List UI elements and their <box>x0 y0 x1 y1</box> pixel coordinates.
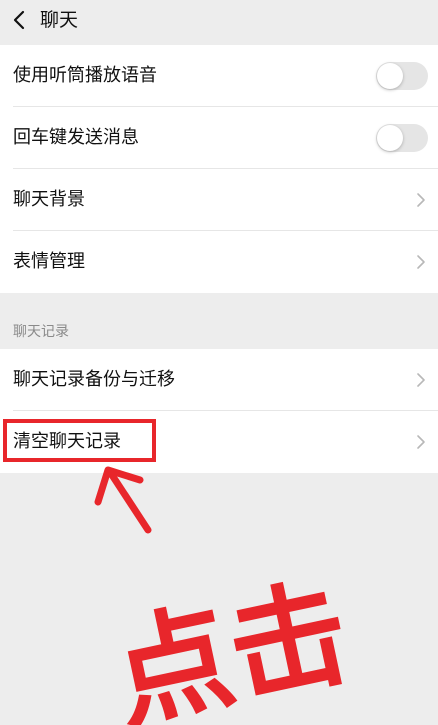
row-sticker-management[interactable]: 表情管理 <box>0 231 438 293</box>
earpiece-voice-toggle[interactable] <box>376 62 428 90</box>
row-label: 聊天背景 <box>13 189 85 210</box>
row-earpiece-voice: 使用听筒播放语音 <box>0 45 438 107</box>
row-label: 聊天记录备份与迁移 <box>13 369 175 390</box>
chat-settings-group: 使用听筒播放语音 回车键发送消息 聊天背景 表情管理 <box>0 45 438 293</box>
row-clear-history[interactable]: 清空聊天记录 <box>0 411 438 473</box>
back-chevron-icon[interactable] <box>10 9 28 31</box>
annotation-text: 点击 <box>101 562 361 725</box>
row-backup-migrate[interactable]: 聊天记录备份与迁移 <box>0 349 438 411</box>
click-annotation: 点击 <box>94 466 361 725</box>
page-title: 聊天 <box>40 9 79 31</box>
enter-send-toggle[interactable] <box>376 124 428 152</box>
row-label: 回车键发送消息 <box>13 127 139 148</box>
chevron-right-icon <box>417 255 425 269</box>
row-chat-background[interactable]: 聊天背景 <box>0 169 438 231</box>
toggle-knob <box>377 63 403 89</box>
row-label: 清空聊天记录 <box>13 431 121 452</box>
section-title-chat-history: 聊天记录 <box>13 324 69 340</box>
arrow-icon <box>94 466 152 534</box>
chevron-right-icon <box>417 193 425 207</box>
row-enter-send: 回车键发送消息 <box>0 107 438 169</box>
row-label: 使用听筒播放语音 <box>13 65 157 86</box>
chevron-right-icon <box>417 435 425 449</box>
toggle-knob <box>377 125 403 151</box>
header-bar: 聊天 <box>0 0 438 42</box>
row-label: 表情管理 <box>13 251 85 272</box>
chevron-right-icon <box>417 373 425 387</box>
chat-history-group: 聊天记录备份与迁移 清空聊天记录 <box>0 349 438 473</box>
